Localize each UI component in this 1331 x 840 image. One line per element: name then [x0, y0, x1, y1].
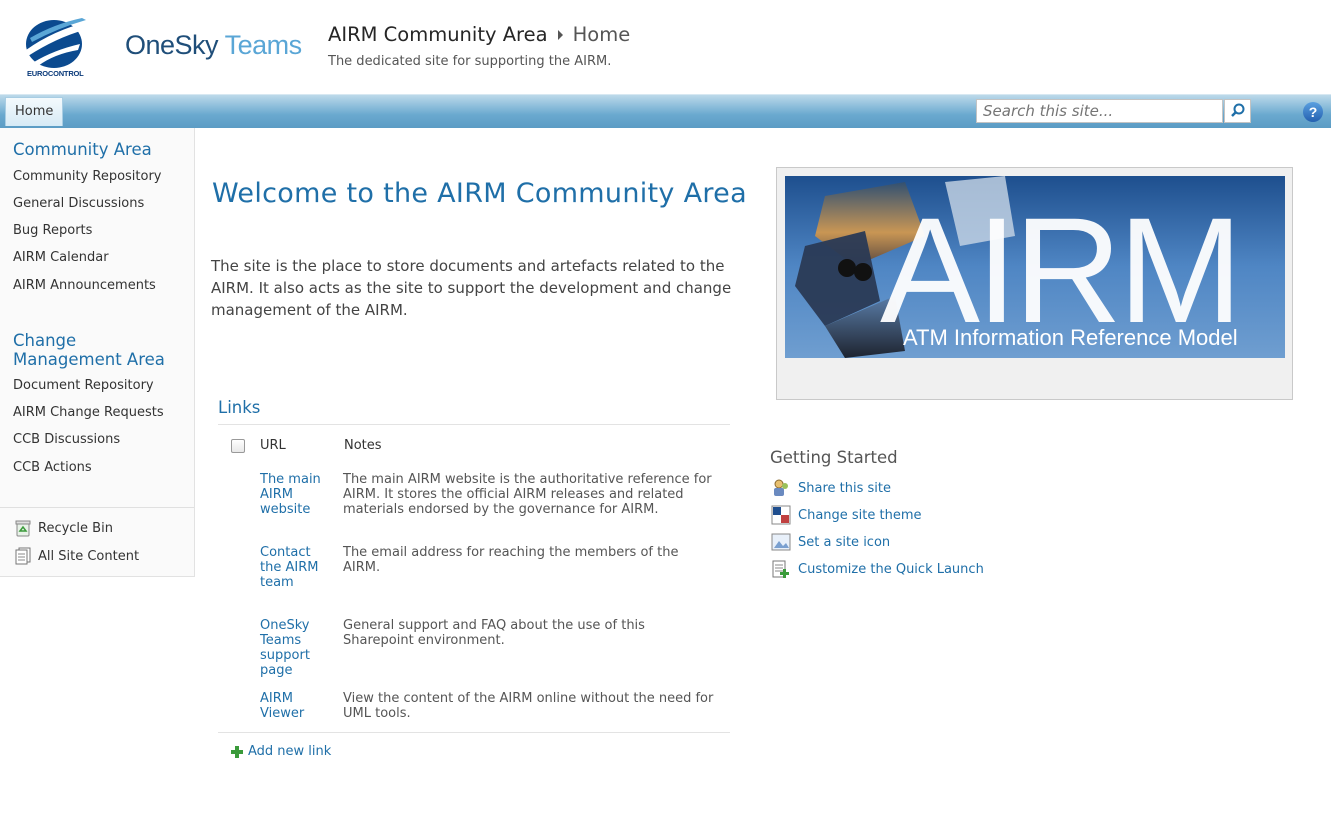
link-note: The main AIRM website is the authoritati… — [343, 472, 712, 517]
links-title[interactable]: Links — [218, 398, 260, 417]
tab-home[interactable]: Home — [5, 97, 64, 126]
airm-banner-image: AIRM ATM Information Reference Model — [785, 176, 1285, 358]
change-theme-link[interactable]: Change site theme — [771, 505, 922, 525]
sidebar-divider — [0, 507, 194, 508]
sidebar-item-recycle-bin[interactable]: Recycle Bin — [14, 519, 113, 537]
add-new-link-button[interactable]: Add new link — [231, 744, 331, 759]
sidebar-item-airm-change-requests[interactable]: AIRM Change Requests — [13, 405, 164, 420]
site-title-link[interactable]: AIRM Community Area — [328, 23, 548, 46]
onesky-teams-brand[interactable]: OneSky Teams — [125, 30, 302, 61]
sidebar-item-ccb-actions[interactable]: CCB Actions — [13, 460, 92, 475]
sidebar-item-all-site-content[interactable]: All Site Content — [14, 547, 139, 565]
link-main-airm-website[interactable]: The main AIRM website — [260, 472, 330, 517]
add-new-link-label: Add new link — [248, 744, 332, 759]
sidebar-item-community-repository[interactable]: Community Repository — [13, 169, 162, 184]
picture-icon — [771, 533, 791, 551]
all-site-content-label: All Site Content — [38, 548, 140, 564]
customize-quick-launch-link[interactable]: Customize the Quick Launch — [771, 559, 984, 579]
search-input[interactable] — [976, 99, 1223, 123]
column-header-notes[interactable]: Notes — [344, 438, 382, 453]
share-site-icon — [774, 479, 788, 496]
airm-banner-frame: AIRM ATM Information Reference Model — [776, 167, 1293, 400]
search-button[interactable] — [1224, 99, 1251, 123]
recycle-bin-label: Recycle Bin — [38, 520, 113, 536]
site-description: The dedicated site for supporting the AI… — [328, 54, 612, 69]
customize-quick-launch-label: Customize the Quick Launch — [798, 561, 984, 577]
breadcrumb-current: Home — [572, 23, 631, 46]
link-note: General support and FAQ about the use of… — [343, 618, 645, 648]
sidebar-heading-change-management-area[interactable]: Change Management Area — [13, 331, 188, 369]
quick-launch-sidebar: Community Area Community Repository Gene… — [0, 128, 195, 577]
sidebar-heading-community-area[interactable]: Community Area — [13, 140, 188, 159]
sidebar-item-ccb-discussions[interactable]: CCB Discussions — [13, 432, 120, 447]
recycle-bin-icon — [15, 520, 31, 537]
sidebar-item-airm-announcements[interactable]: AIRM Announcements — [13, 278, 156, 293]
site-title: AIRM Community Area Home — [328, 23, 630, 46]
select-all-checkbox[interactable] — [231, 439, 245, 453]
help-button[interactable]: ? — [1303, 102, 1323, 122]
column-header-url[interactable]: URL — [260, 438, 286, 453]
top-nav-bar: Home ? — [0, 94, 1331, 128]
site-content-icon — [15, 547, 31, 565]
page-title: Welcome to the AIRM Community Area — [212, 178, 747, 209]
link-note: The email address for reaching the membe… — [343, 545, 679, 575]
sidebar-item-bug-reports[interactable]: Bug Reports — [13, 223, 92, 238]
theme-icon — [771, 505, 791, 525]
link-airm-viewer[interactable]: AIRM Viewer — [260, 691, 330, 721]
links-divider — [218, 732, 730, 733]
link-note: View the content of the AIRM online with… — [343, 691, 714, 721]
set-site-icon-label: Set a site icon — [798, 534, 891, 550]
eurocontrol-logo-text: EUROCONTROL — [27, 69, 84, 78]
sidebar-item-document-repository[interactable]: Document Repository — [13, 378, 154, 393]
sidebar-item-general-discussions[interactable]: General Discussions — [13, 196, 144, 211]
share-site-link[interactable]: Share this site — [771, 478, 891, 498]
intro-text: The site is the place to store documents… — [211, 257, 732, 319]
site-header: EUROCONTROL OneSky Teams AIRM Community … — [0, 0, 1331, 94]
set-site-icon-link[interactable]: Set a site icon — [771, 532, 890, 552]
sidebar-item-airm-calendar[interactable]: AIRM Calendar — [13, 250, 109, 265]
link-contact-airm-team[interactable]: Contact the AIRM team — [260, 545, 330, 590]
getting-started-title: Getting Started — [770, 448, 898, 467]
share-site-label: Share this site — [798, 480, 891, 496]
search-icon — [1231, 103, 1245, 117]
link-onesky-support[interactable]: OneSky Teams support page — [260, 618, 330, 678]
change-theme-label: Change site theme — [798, 507, 922, 523]
airm-banner-subtitle: ATM Information Reference Model — [903, 325, 1238, 350]
breadcrumb-arrow-icon — [557, 29, 563, 40]
customize-icon — [772, 560, 789, 578]
links-divider — [218, 424, 730, 425]
plus-icon — [231, 745, 243, 758]
